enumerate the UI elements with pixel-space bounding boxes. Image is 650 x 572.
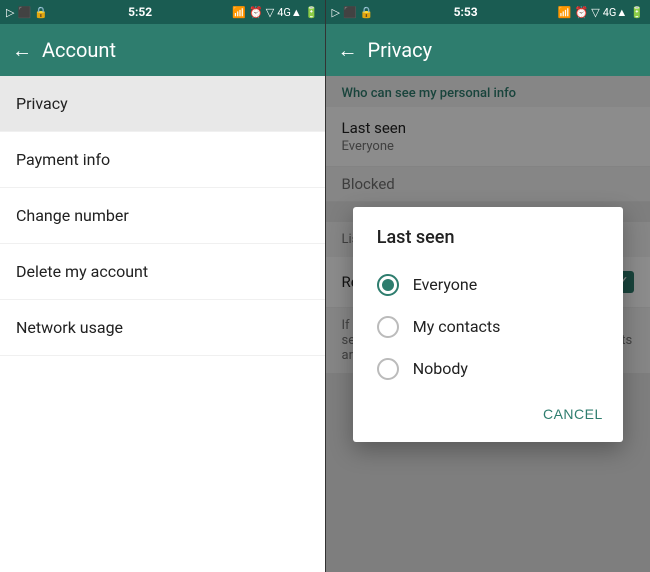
page-title-left: Account [42,38,313,62]
square-icon-r: ⬛ [343,6,357,19]
signal-icon-r: 📶 [558,6,572,19]
lock-icon: 🔒 [34,6,48,19]
menu-item-network-usage[interactable]: Network usage [0,300,325,356]
radio-option-everyone[interactable]: Everyone [353,264,623,306]
status-bar-right: ▷ ⬛ 🔒 5:53 📶 ⏰ ▽ 4G▲ 🔋 [326,0,650,24]
sim-icon: ▷ [6,6,14,19]
menu-item-privacy[interactable]: Privacy [0,76,325,132]
back-button-left[interactable]: ← [12,38,32,63]
4g-icon-r: 4G▲ [603,6,628,19]
wifi-icon: ▽ [266,6,274,19]
lock-icon-r: 🔒 [360,6,374,19]
radio-option-my-contacts[interactable]: My contacts [353,306,623,348]
toolbar-right: ← Privacy [326,24,650,76]
signal-icons-right: 📶 ⏰ ▽ 4G▲ 🔋 [558,6,644,19]
radio-everyone[interactable] [377,274,399,296]
last-seen-dialog: Last seen Everyone My contacts Nobody CA… [353,207,623,442]
square-icon: ⬛ [17,6,31,19]
privacy-panel: ▷ ⬛ 🔒 5:53 📶 ⏰ ▽ 4G▲ 🔋 ← Privacy Who can… [326,0,650,572]
cancel-button[interactable]: CANCEL [531,398,615,430]
menu-item-change-number[interactable]: Change number [0,188,325,244]
signal-icons-left: 📶 ⏰ ▽ 4G▲ 🔋 [232,6,318,19]
dialog-actions: CANCEL [353,390,623,434]
account-menu: Privacy Payment info Change number Delet… [0,76,325,572]
radio-option-nobody[interactable]: Nobody [353,348,623,390]
alarm-icon: ⏰ [249,6,263,19]
status-icons-right: ▷ ⬛ 🔒 [332,6,374,19]
wifi-icon-r: ▽ [591,6,599,19]
toolbar-left: ← Account [0,24,325,76]
page-title-right: Privacy [368,38,639,62]
sim-icon-r: ▷ [332,6,340,19]
radio-everyone-label: Everyone [413,275,477,294]
battery-icon: 🔋 [305,6,319,19]
menu-item-delete-account[interactable]: Delete my account [0,244,325,300]
4g-icon: 4G▲ [277,6,302,19]
signal-icon: 📶 [232,6,246,19]
dialog-title: Last seen [353,227,623,264]
status-bar-left: ▷ ⬛ 🔒 5:52 📶 ⏰ ▽ 4G▲ 🔋 [0,0,325,24]
privacy-content-wrapper: Who can see my personal info Last seen E… [326,76,650,572]
alarm-icon-r: ⏰ [575,6,589,19]
radio-my-contacts-label: My contacts [413,317,501,336]
status-icons-left: ▷ ⬛ 🔒 [6,6,48,19]
account-panel: ▷ ⬛ 🔒 5:52 📶 ⏰ ▽ 4G▲ 🔋 ← Account Privacy… [0,0,326,572]
menu-item-payment-info[interactable]: Payment info [0,132,325,188]
radio-nobody-label: Nobody [413,359,468,378]
battery-icon-r: 🔋 [630,6,644,19]
time-right: 5:53 [454,5,478,19]
dialog-overlay: Last seen Everyone My contacts Nobody CA… [326,76,650,572]
radio-nobody[interactable] [377,358,399,380]
time-left: 5:52 [128,5,152,19]
radio-my-contacts[interactable] [377,316,399,338]
back-button-right[interactable]: ← [338,38,358,63]
